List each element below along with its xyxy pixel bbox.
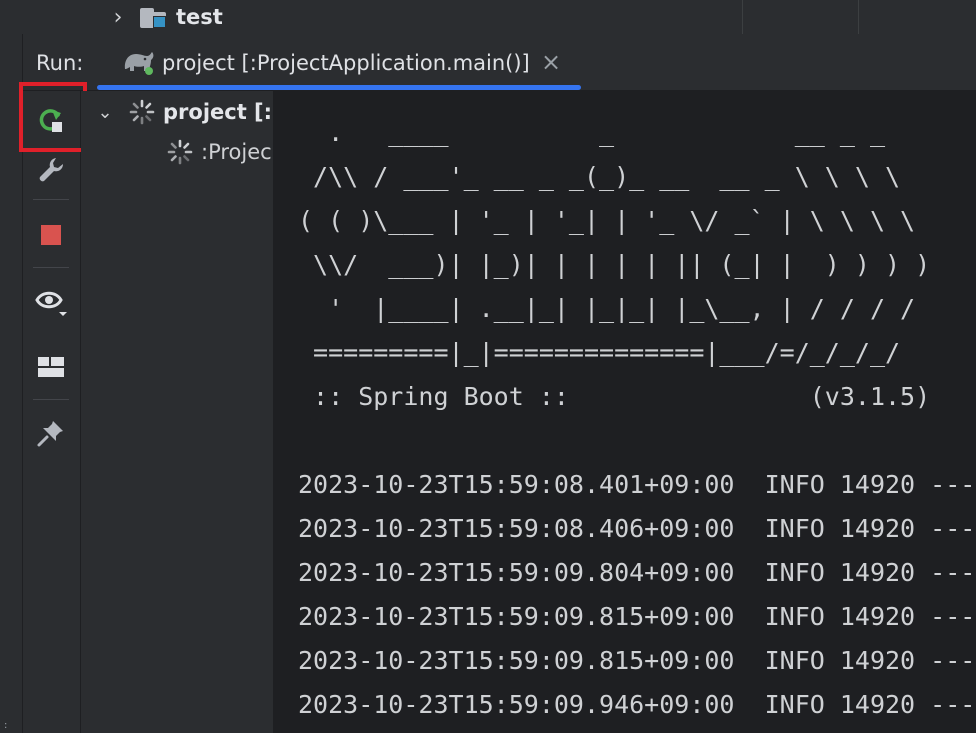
banner-line: . ____ _ __ _ _ [298,118,885,147]
tree-item-test[interactable]: › test [108,0,223,34]
log-line: 2023-10-23T15:59:09.946+09:00 INFO 14920… [298,690,976,719]
banner-line: =========|_|==============|___/=/_/_/_/ [298,338,901,367]
banner-line: ( ( )\___ | '_ | '_| | '_ \/ _` | \ \ \ … [298,206,916,235]
log-line: 2023-10-23T15:59:09.815+09:00 INFO 14920… [298,602,976,631]
tree-item-root[interactable]: ⌄ project [:l [93,95,274,129]
tree-item-child[interactable]: :Projec [167,135,272,169]
divider [742,0,743,34]
active-tab-underline [97,85,581,90]
tree-item-label: :Projec [201,140,272,164]
running-status-dot [145,67,153,75]
toolbar-separator [33,267,69,268]
tree-item-label: test [176,5,223,29]
layout-icon [38,357,64,377]
banner-line: \\/ ___)| |_)| | | | | || (_| | ) ) ) ) [298,250,931,279]
banner-line: :: Spring Boot :: (v3.1.5) [298,382,931,411]
toolbar-separator [33,199,69,200]
tree-item-label: project [:l [163,100,274,124]
log-line: 2023-10-23T15:59:08.406+09:00 INFO 14920… [298,514,976,543]
run-tree-pane: ⌄ project [:l:Projec [81,91,274,733]
run-tab[interactable]: project [:ProjectApplication.main()] × [97,34,581,90]
stop-button[interactable] [35,219,67,251]
log-line: 2023-10-23T15:59:08.401+09:00 INFO 14920… [298,470,976,499]
run-label: Run: [36,51,84,75]
banner-line: ' |____| .__|_| |_|_| |_\__, | / / / / [298,294,916,323]
pin-icon [37,421,63,447]
log-line: 2023-10-23T15:59:09.804+09:00 INFO 14920… [298,558,976,587]
wrench-icon [39,158,64,182]
stop-icon [41,225,61,245]
run-tab-label: project [:ProjectApplication.main()] [162,51,530,75]
banner-line: /\\ / ___'_ __ _ _(_)_ __ __ _ \ \ \ \ [298,162,901,191]
project-tree-strip: › test [0,0,976,34]
settings-button[interactable] [35,153,67,185]
log-line: 2023-10-23T15:59:09.815+09:00 INFO 14920… [298,646,976,675]
divider [858,0,859,34]
layout-button[interactable] [35,351,67,383]
console-output[interactable]: . ____ _ __ _ _ /\\ / ___'_ __ _ _(_)_ _… [274,91,976,733]
console-text: . ____ _ __ _ _ /\\ / ___'_ __ _ _(_)_ _… [298,111,975,727]
edge-tick: : [4,720,8,731]
close-icon[interactable]: × [541,48,561,76]
gradle-elephant-icon [121,47,155,75]
run-toolbar [23,91,81,733]
pin-button[interactable] [35,417,67,449]
spinner-icon [129,99,155,125]
folder-test-icon [138,6,166,28]
chevron-right-icon[interactable]: › [108,5,128,30]
banner-line [298,419,975,463]
rerun-highlight-box [19,82,87,152]
chevron-down-icon[interactable]: ⌄ [93,102,117,123]
view-options-button[interactable] [35,287,67,319]
eye-icon [35,291,67,316]
spinner-icon [167,139,193,165]
toolbar-separator [33,399,69,400]
run-tool-window-header: Run: project [:ProjectApplication.main()… [23,34,976,91]
